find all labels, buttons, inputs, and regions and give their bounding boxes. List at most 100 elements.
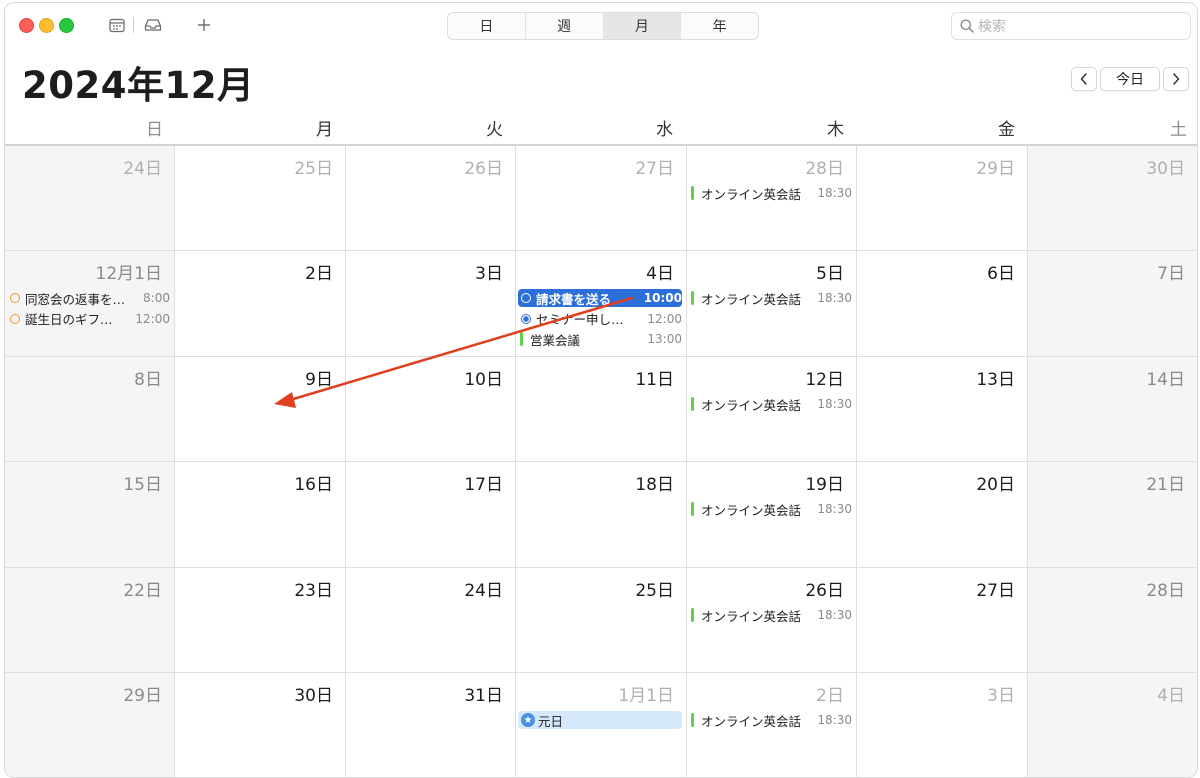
day-cell[interactable]: 15日: [5, 462, 175, 568]
today-button[interactable]: 今日: [1100, 67, 1160, 91]
day-cell[interactable]: 24日: [5, 146, 175, 251]
day-cell[interactable]: 4日請求書を送る 10:00 セミナー申し… 12:00 営業会議 13:00: [516, 251, 687, 357]
close-window-button[interactable]: [19, 18, 34, 33]
minimize-window-button[interactable]: [39, 18, 54, 33]
day-cell[interactable]: 12月1日 同窓会の返事を… 8:00 誕生日のギフ… 12:00: [5, 251, 175, 357]
add-icon[interactable]: [193, 15, 215, 35]
day-number: 22日: [123, 581, 162, 601]
day-cell[interactable]: 30日: [1028, 146, 1197, 251]
day-cell[interactable]: 2日: [175, 251, 346, 357]
search-field[interactable]: 検索: [951, 12, 1191, 40]
day-number: 24日: [123, 159, 162, 179]
calendar-color-bar: [691, 502, 694, 516]
day-cell[interactable]: 24日: [346, 568, 516, 673]
calendar-event[interactable]: 営業会議 13:00: [518, 330, 682, 348]
day-cell[interactable]: 5日 オンライン英会話 18:30: [687, 251, 857, 357]
calendar-event[interactable]: 誕生日のギフ… 12:00: [7, 310, 170, 328]
view-year-button[interactable]: 年: [681, 13, 758, 39]
day-cell[interactable]: 1月1日 ★ 元日: [516, 673, 687, 777]
day-number: 12日: [805, 370, 844, 390]
calendar-color-bar: [691, 291, 694, 305]
day-number: 29日: [976, 159, 1015, 179]
day-cell[interactable]: 4日: [1028, 673, 1197, 777]
day-cell[interactable]: 17日: [346, 462, 516, 568]
day-cell[interactable]: 26日: [346, 146, 516, 251]
calendar-event[interactable]: オンライン英会話 18:30: [689, 606, 852, 624]
day-cell[interactable]: 19日オンライン英会話 18:30: [687, 462, 857, 568]
day-cell[interactable]: 3日: [346, 251, 516, 357]
day-cell[interactable]: 12日オンライン英会話 18:30: [687, 357, 857, 462]
day-cell[interactable]: 29日: [857, 146, 1028, 251]
calendar-color-bar: [691, 713, 694, 727]
chevron-left-icon: [1080, 73, 1088, 85]
day-cell[interactable]: 28日: [1028, 568, 1197, 673]
day-cell[interactable]: 8日: [5, 357, 175, 462]
day-cell[interactable]: 28日 オンライン英会話 18:30: [687, 146, 857, 251]
day-cell[interactable]: 7日: [1028, 251, 1197, 357]
day-cell[interactable]: 27日: [516, 146, 687, 251]
calendar-event[interactable]: オンライン英会話 18:30: [689, 289, 852, 307]
calendar-event[interactable]: オンライン英会話 18:30: [689, 184, 852, 202]
day-number: 19日: [805, 475, 844, 495]
zoom-window-button[interactable]: [59, 18, 74, 33]
day-number: 15日: [123, 475, 162, 495]
day-cell[interactable]: 20日: [857, 462, 1028, 568]
event-time: 18:30: [817, 291, 852, 305]
reminder-circle-icon[interactable]: [10, 293, 20, 303]
reminder-circle-icon[interactable]: [521, 313, 531, 324]
view-month-button[interactable]: 月: [603, 13, 682, 39]
day-cell[interactable]: 27日: [857, 568, 1028, 673]
day-cell[interactable]: 21日: [1028, 462, 1197, 568]
day-cell[interactable]: 29日: [5, 673, 175, 777]
day-number: 28日: [1146, 581, 1185, 601]
day-number: 30日: [1146, 159, 1185, 179]
day-cell[interactable]: 6日: [857, 251, 1028, 357]
calendar-event[interactable]: セミナー申し… 12:00: [518, 310, 682, 328]
search-icon: [960, 19, 974, 33]
day-number: 25日: [635, 581, 674, 601]
day-cell[interactable]: 18日: [516, 462, 687, 568]
calendar-event[interactable]: 請求書を送る 10:00: [518, 289, 682, 307]
event-title: オンライン英会話: [701, 608, 802, 624]
day-cell[interactable]: 14日: [1028, 357, 1197, 462]
next-month-button[interactable]: [1163, 67, 1189, 91]
day-cell[interactable]: 30日: [175, 673, 346, 777]
day-cell[interactable]: 16日: [175, 462, 346, 568]
day-cell[interactable]: 13日: [857, 357, 1028, 462]
calendar-event[interactable]: オンライン英会話 18:30: [689, 711, 852, 729]
day-cell[interactable]: 25日: [516, 568, 687, 673]
day-cell[interactable]: 23日: [175, 568, 346, 673]
day-number: 6日: [987, 264, 1015, 284]
weekday-label: 土: [1170, 120, 1187, 140]
day-number: 4日: [646, 264, 674, 284]
day-cell[interactable]: 22日: [5, 568, 175, 673]
day-number: 10日: [464, 370, 503, 390]
day-number: 16日: [294, 475, 333, 495]
event-time: 12:00: [135, 311, 170, 326]
calendar-list-icon[interactable]: [106, 15, 128, 35]
previous-month-button[interactable]: [1071, 67, 1097, 91]
day-cell[interactable]: 25日: [175, 146, 346, 251]
reminder-circle-icon[interactable]: [10, 313, 20, 324]
day-cell[interactable]: 2日 オンライン英会話 18:30: [687, 673, 857, 777]
day-cell[interactable]: 11日: [516, 357, 687, 462]
event-title: 請求書を送る: [536, 291, 612, 307]
title-bar: 日 週 月 年 検索: [5, 3, 1197, 47]
day-cell[interactable]: 10日: [346, 357, 516, 462]
reminder-circle-icon[interactable]: [521, 293, 531, 303]
calendar-event[interactable]: オンライン英会話 18:30: [689, 500, 852, 518]
day-cell[interactable]: 3日: [857, 673, 1028, 777]
calendar-event[interactable]: オンライン英会話 18:30: [689, 395, 852, 413]
day-cell[interactable]: 9日: [175, 357, 346, 462]
day-cell[interactable]: 26日 オンライン英会話 18:30: [687, 568, 857, 673]
event-time: 10:00: [643, 291, 682, 305]
view-week-button[interactable]: 週: [526, 13, 604, 39]
view-day-button[interactable]: 日: [448, 13, 526, 39]
calendar-event[interactable]: 同窓会の返事を… 8:00: [7, 289, 170, 307]
day-number: 18日: [635, 475, 674, 495]
calendar-event[interactable]: ★ 元日: [518, 711, 682, 729]
inbox-icon[interactable]: [142, 15, 164, 35]
day-cell[interactable]: 31日: [346, 673, 516, 777]
weekday-label: 火: [486, 120, 503, 140]
event-time: 18:30: [817, 397, 852, 411]
